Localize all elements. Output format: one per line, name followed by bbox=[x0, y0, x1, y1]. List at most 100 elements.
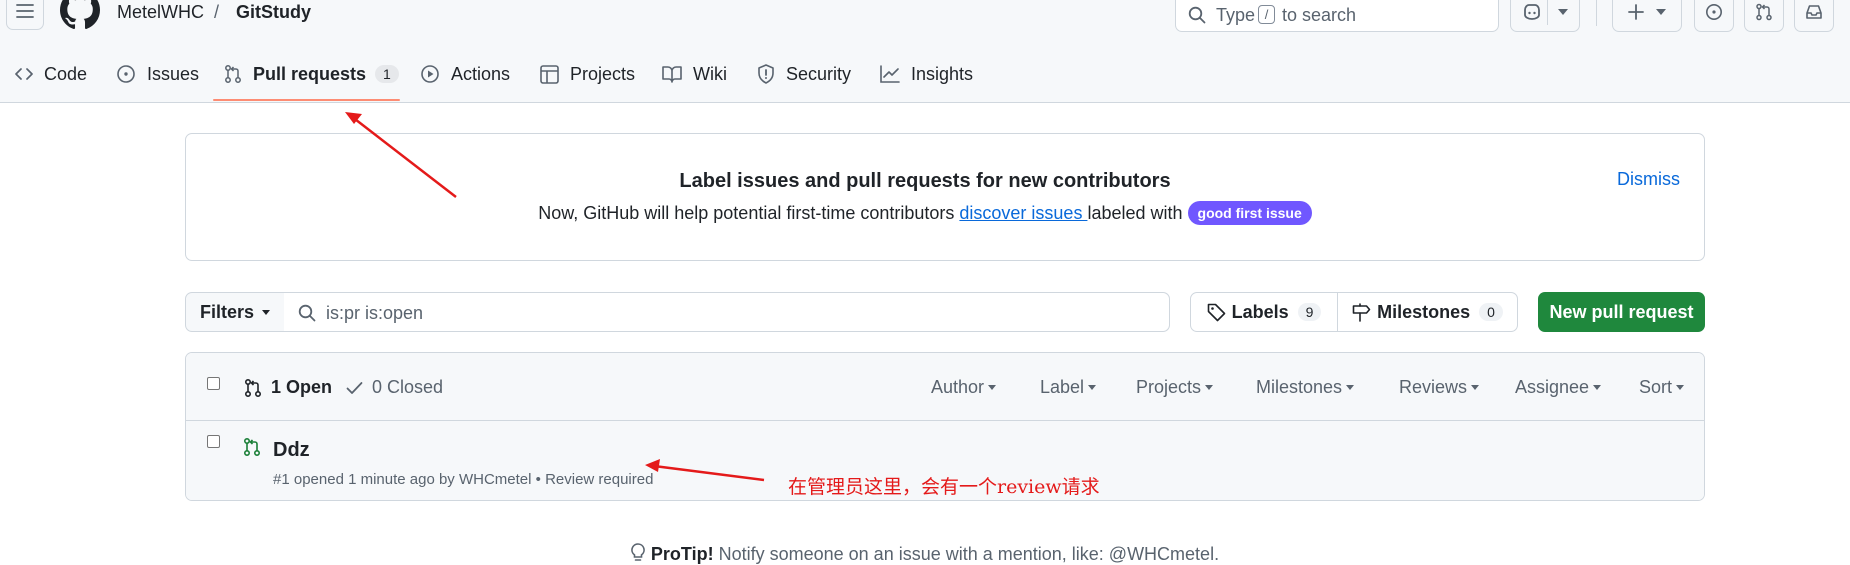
github-logo-icon[interactable] bbox=[60, 0, 100, 30]
owner-link[interactable]: MetelWHC bbox=[117, 2, 204, 23]
reviews-filter-label: Reviews bbox=[1399, 377, 1468, 397]
tab-pull-requests[interactable]: Pull requests 1 bbox=[224, 62, 399, 86]
issue-opened-icon bbox=[1706, 4, 1722, 20]
protip: ProTip! Notify someone on an issue with … bbox=[0, 543, 1850, 565]
search-placeholder-prefix: Type bbox=[1216, 5, 1256, 25]
closed-count-label: 0 Closed bbox=[372, 377, 444, 397]
code-icon bbox=[15, 68, 33, 80]
new-pull-request-button[interactable]: New pull request bbox=[1538, 292, 1705, 332]
new-contributors-banner bbox=[185, 133, 1705, 261]
copilot-button[interactable] bbox=[1510, 0, 1580, 32]
author-filter-label: Author bbox=[931, 377, 985, 397]
sort-filter[interactable]: Sort bbox=[1639, 377, 1685, 398]
banner-title: Label issues and pull requests for new c… bbox=[679, 170, 1171, 192]
filter-query-value: is:pr is:open bbox=[326, 303, 424, 323]
filter-bar: Filters is:pr is:open bbox=[185, 292, 1170, 332]
your-pull-requests-button[interactable] bbox=[1744, 0, 1784, 32]
breadcrumb-separator: / bbox=[214, 2, 220, 22]
filters-label: Filters bbox=[199, 301, 255, 322]
milestones-filter-label: Milestones bbox=[1256, 377, 1343, 397]
git-pull-request-icon bbox=[1756, 3, 1772, 21]
check-icon bbox=[346, 381, 363, 394]
tab-security[interactable]: Security bbox=[757, 62, 851, 86]
projects-filter[interactable]: Projects bbox=[1136, 377, 1214, 398]
protip-text: Notify someone on an issue with a mentio… bbox=[713, 544, 1220, 564]
tab-label: Issues bbox=[147, 63, 200, 84]
graph-icon bbox=[880, 65, 900, 83]
tab-insights[interactable]: Insights bbox=[880, 62, 973, 86]
menu-button[interactable] bbox=[6, 0, 44, 30]
search-input[interactable]: Type / to search bbox=[1175, 0, 1499, 32]
tab-label: Actions bbox=[451, 63, 511, 84]
git-pull-request-icon bbox=[244, 378, 262, 397]
row-checkbox[interactable] bbox=[207, 435, 220, 448]
tab-issues[interactable]: Issues bbox=[116, 62, 199, 86]
inbox-button[interactable] bbox=[1794, 0, 1834, 32]
pull-request-meta: #1 opened 1 minute ago by WHCmetel • Rev… bbox=[273, 471, 654, 488]
caret-down-icon bbox=[1471, 385, 1480, 390]
light-bulb-icon bbox=[631, 543, 645, 561]
discover-issues-link[interactable]: discover issues bbox=[959, 203, 1087, 223]
tab-label: Security bbox=[786, 63, 852, 84]
filter-query-input[interactable]: is:pr is:open bbox=[284, 293, 1169, 331]
caret-down-icon bbox=[262, 309, 271, 315]
milestones-button[interactable]: Milestones 0 bbox=[1338, 293, 1517, 331]
caret-down-icon bbox=[1346, 385, 1355, 390]
open-filter[interactable]: 1 Open bbox=[244, 377, 332, 398]
your-issues-button[interactable] bbox=[1694, 0, 1734, 32]
git-pull-request-icon bbox=[225, 65, 241, 83]
banner-desc-text-2: labeled with bbox=[1087, 203, 1188, 223]
labels-button[interactable]: Labels 9 bbox=[1191, 293, 1338, 331]
caret-down-icon bbox=[1593, 385, 1602, 390]
author-filter[interactable]: Author bbox=[931, 377, 997, 398]
pull-request-count: 1 bbox=[375, 65, 399, 83]
assignee-filter-label: Assignee bbox=[1515, 377, 1590, 397]
active-tab-underline bbox=[213, 99, 400, 101]
tab-code[interactable]: Code bbox=[15, 62, 87, 86]
banner-description: Now, GitHub will help potential first-ti… bbox=[0, 201, 1850, 225]
dismiss-button[interactable]: Dismiss bbox=[1617, 169, 1680, 190]
tab-actions[interactable]: Actions bbox=[420, 62, 510, 86]
create-new-button[interactable] bbox=[1612, 0, 1682, 32]
issue-opened-icon bbox=[117, 65, 135, 83]
banner-desc-text: Now, GitHub will help potential first-ti… bbox=[538, 203, 960, 223]
reviews-filter[interactable]: Reviews bbox=[1399, 377, 1480, 398]
milestones-count: 0 bbox=[1479, 303, 1503, 321]
milestone-icon bbox=[1352, 302, 1371, 322]
keyboard-shortcut-key: / bbox=[1258, 5, 1275, 24]
labels-milestones-group: Labels 9 Milestones 0 bbox=[1190, 292, 1518, 332]
search-icon bbox=[1188, 6, 1206, 24]
caret-down-icon bbox=[1088, 385, 1097, 390]
git-pull-request-open-icon bbox=[243, 437, 261, 457]
chevron-down-icon bbox=[1656, 9, 1666, 15]
labels-count: 9 bbox=[1297, 303, 1322, 321]
table-icon bbox=[540, 64, 559, 84]
play-icon bbox=[421, 65, 439, 83]
tab-label: Insights bbox=[911, 63, 974, 84]
search-placeholder-suffix: to search bbox=[1282, 5, 1357, 25]
assignee-filter[interactable]: Assignee bbox=[1515, 377, 1602, 398]
filters-button[interactable]: Filters bbox=[186, 293, 285, 331]
closed-filter[interactable]: 0 Closed bbox=[346, 377, 443, 398]
protip-lead: ProTip! bbox=[650, 544, 714, 564]
search-icon bbox=[298, 304, 316, 322]
good-first-issue-label[interactable]: good first issue bbox=[1187, 201, 1312, 225]
tab-label: Wiki bbox=[693, 63, 727, 84]
shield-icon bbox=[758, 64, 774, 84]
tab-projects[interactable]: Projects bbox=[540, 62, 635, 86]
select-all-checkbox[interactable] bbox=[207, 377, 220, 390]
open-count-label: 1 Open bbox=[271, 377, 333, 397]
label-filter[interactable]: Label bbox=[1040, 377, 1097, 398]
repo-link[interactable]: GitStudy bbox=[236, 2, 311, 23]
tab-label: Pull requests bbox=[253, 63, 367, 84]
projects-filter-label: Projects bbox=[1136, 377, 1202, 397]
list-header: 1 Open 0 Closed Author Label Projects Mi… bbox=[186, 353, 1704, 421]
caret-down-icon bbox=[1205, 385, 1214, 390]
pull-request-title-link[interactable]: Ddz bbox=[273, 439, 310, 462]
caret-down-icon bbox=[988, 385, 997, 390]
sort-filter-label: Sort bbox=[1639, 377, 1673, 397]
milestones-label: Milestones bbox=[1377, 301, 1471, 322]
plus-icon bbox=[1628, 4, 1644, 20]
tab-wiki[interactable]: Wiki bbox=[662, 62, 727, 86]
milestones-filter[interactable]: Milestones bbox=[1256, 377, 1355, 398]
